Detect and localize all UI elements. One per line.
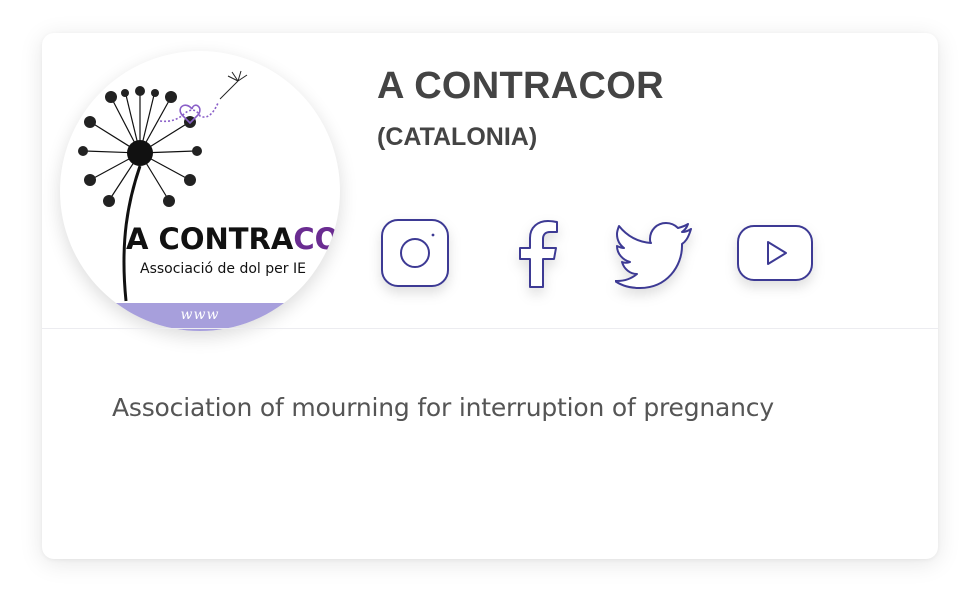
logo-tagline: Associació de dol per IE — [140, 261, 306, 277]
twitter-icon — [614, 222, 692, 289]
facebook-link[interactable] — [497, 215, 577, 295]
youtube-icon — [737, 225, 813, 281]
dandelion-logo: A CONTRACOR Associació de dol per IE — [78, 70, 340, 302]
card-divider — [42, 328, 938, 329]
twitter-link[interactable] — [614, 215, 695, 295]
youtube-link[interactable] — [734, 215, 814, 295]
instagram-icon — [381, 219, 449, 287]
avatar-link-band[interactable]: www — [60, 303, 340, 331]
profile-name: A CONTRACOR — [377, 65, 664, 107]
facebook-icon — [519, 220, 558, 288]
profile-description: Association of mourning for interruption… — [112, 393, 774, 422]
logo-text-purple: COR — [293, 222, 340, 256]
instagram-link[interactable] — [375, 215, 455, 295]
profile-card: A CONTRACOR Associació de dol per IE www… — [42, 33, 938, 559]
avatar[interactable]: A CONTRACOR Associació de dol per IE www — [60, 51, 340, 331]
profile-region: (CATALONIA) — [377, 123, 538, 151]
logo-text-black: A CONTRA — [126, 222, 294, 256]
svg-text:A CONTRACOR: A CONTRACOR — [126, 222, 340, 256]
